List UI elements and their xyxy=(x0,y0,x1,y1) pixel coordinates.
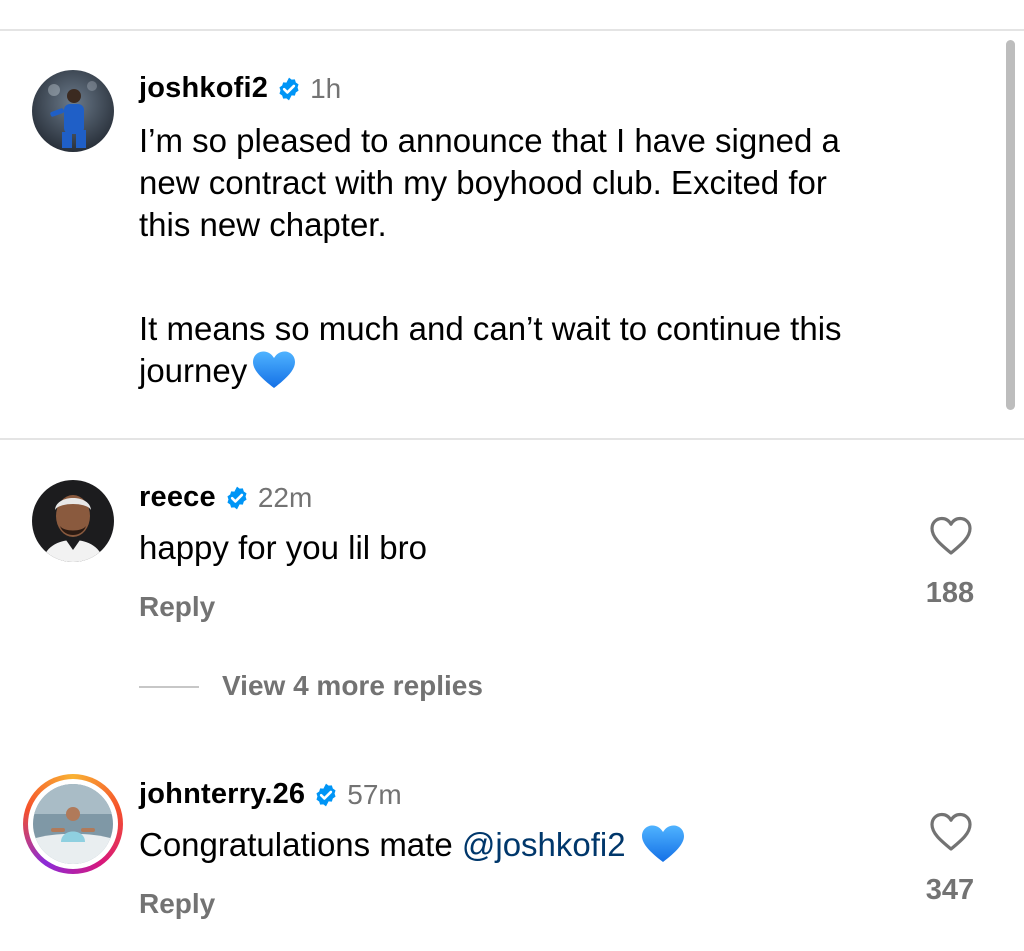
post-avatar[interactable] xyxy=(32,70,114,152)
reply-button[interactable]: Reply xyxy=(139,591,215,623)
comment-time: 22m xyxy=(257,481,313,513)
blue-heart-emoji-icon xyxy=(641,825,684,862)
person-photo-avatar-icon xyxy=(32,480,114,562)
post-caption-paragraph-1: I’m so pleased to announce that I have s… xyxy=(139,122,840,243)
post-caption-paragraph-2-text: It means so much and can’t wait to conti… xyxy=(139,310,842,389)
verified-badge-icon xyxy=(316,783,336,806)
post-username[interactable]: joshkofi2 xyxy=(139,72,268,105)
comment-header-johnterry: johnterry.26 57m xyxy=(139,778,402,811)
comment-username[interactable]: reece xyxy=(139,481,216,514)
like-count: 347 xyxy=(925,874,975,906)
like-heart-icon[interactable] xyxy=(929,812,973,852)
view-more-replies-button[interactable]: View 4 more replies xyxy=(222,670,483,702)
mention-link[interactable]: @joshkofi2 xyxy=(462,826,626,863)
top-divider xyxy=(0,29,1024,31)
comment-header-reece: reece 22m xyxy=(139,481,312,514)
comment-text-body: Congratulations mate xyxy=(139,826,462,863)
comment-time: 57m xyxy=(347,778,402,810)
comment-text: Congratulations mate @joshkofi2 xyxy=(139,824,686,866)
verified-badge-icon xyxy=(279,77,299,100)
comment-username[interactable]: johnterry.26 xyxy=(139,778,305,811)
person-boat-photo-avatar-icon xyxy=(33,784,113,864)
post-divider xyxy=(0,438,1024,440)
story-ring[interactable] xyxy=(23,774,123,874)
verified-badge-icon xyxy=(227,486,247,509)
reply-button[interactable]: Reply xyxy=(139,888,215,920)
post-time: 1h xyxy=(310,72,342,104)
view-replies-line xyxy=(139,686,199,688)
player-photo-avatar-icon xyxy=(32,70,114,152)
post-caption-paragraph-2: It means so much and can’t wait to conti… xyxy=(139,308,842,392)
comment-avatar-reece[interactable] xyxy=(32,480,114,562)
comment-avatar-johnterry[interactable] xyxy=(33,784,113,864)
scrollbar[interactable] xyxy=(1006,40,1015,410)
blue-heart-emoji-icon xyxy=(253,351,296,388)
comment-text: happy for you lil bro xyxy=(139,529,427,566)
like-count: 188 xyxy=(925,577,975,609)
like-heart-icon[interactable] xyxy=(929,516,973,556)
post-header: joshkofi2 1h xyxy=(139,72,341,105)
